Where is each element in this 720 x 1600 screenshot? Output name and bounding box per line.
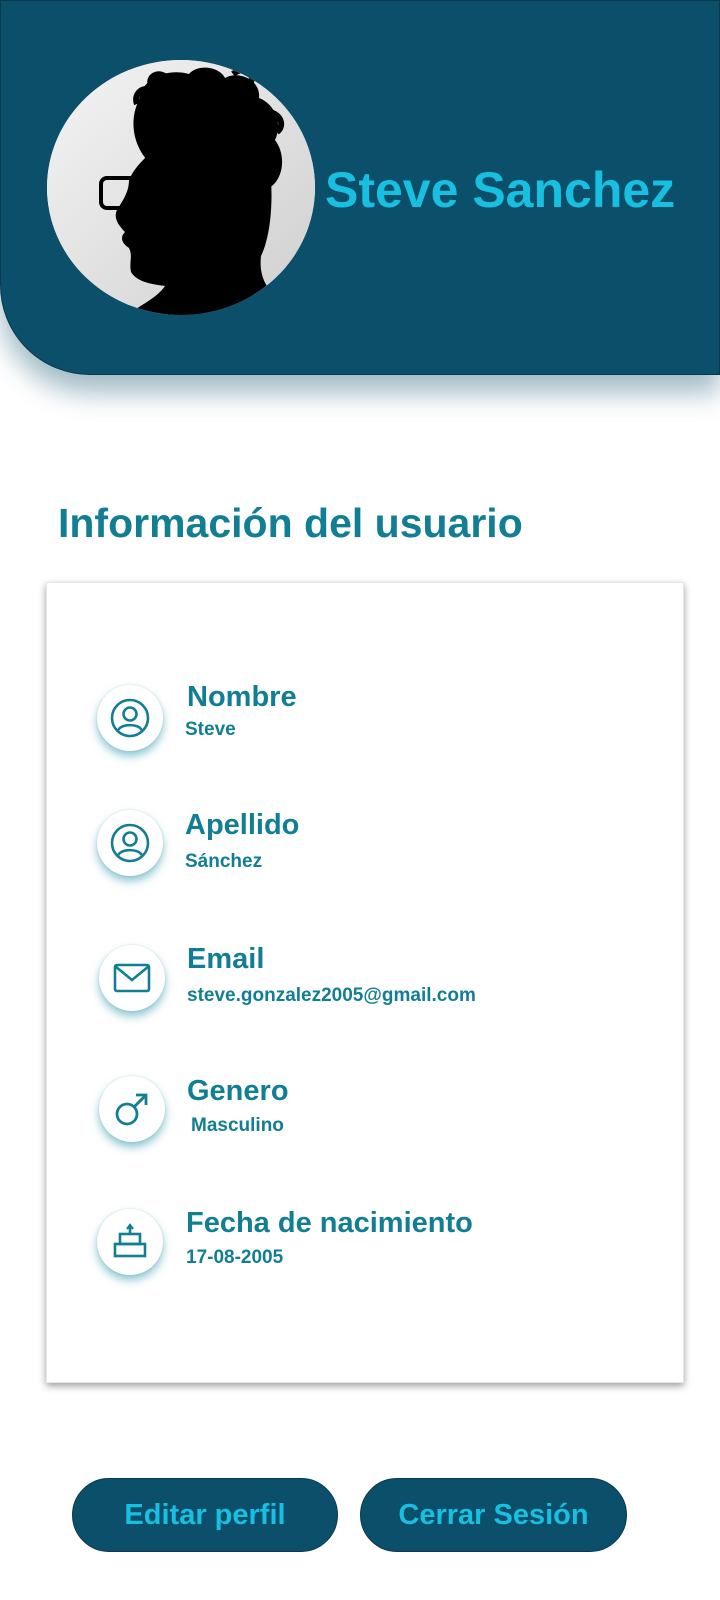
- user-circle-icon: [97, 810, 163, 876]
- logout-button[interactable]: Cerrar Sesión: [360, 1478, 627, 1552]
- field-value-apellido: Sánchez: [185, 851, 263, 872]
- field-label-nombre: Nombre: [187, 681, 297, 713]
- mail-icon: [99, 945, 165, 1011]
- edit-profile-button[interactable]: Editar perfil: [72, 1478, 338, 1552]
- field-label-apellido: Apellido: [185, 809, 300, 841]
- info-row-apellido: Apellido Sánchez: [47, 809, 683, 899]
- avatar[interactable]: [47, 60, 315, 315]
- field-label-email: Email: [187, 943, 265, 975]
- info-row-nombre: Nombre Steve: [47, 681, 683, 773]
- info-row-fecha-nacimiento: Fecha de nacimiento 17-08-2005: [47, 1207, 683, 1297]
- profile-name: Steve Sanchez: [325, 162, 676, 218]
- field-value-email: steve.gonzalez2005@gmail.com: [187, 985, 476, 1006]
- field-label-genero: Genero: [187, 1075, 289, 1107]
- user-circle-icon: [97, 685, 163, 751]
- section-title: Información del usuario: [58, 500, 523, 546]
- birthday-cake-icon: [97, 1209, 163, 1275]
- profile-header: Steve Sanchez: [0, 0, 720, 375]
- user-info-card: Nombre Steve Apellido Sánchez Email stev…: [46, 582, 684, 1383]
- field-label-fecha-nacimiento: Fecha de nacimiento: [186, 1207, 473, 1239]
- profile-screen: Steve Sanchez Información del usuario No…: [0, 0, 720, 1600]
- male-gender-icon: [99, 1076, 165, 1142]
- info-row-genero: Genero Masculino: [47, 1075, 683, 1165]
- field-value-fecha-nacimiento: 17-08-2005: [186, 1247, 284, 1268]
- info-row-email: Email steve.gonzalez2005@gmail.com: [47, 943, 683, 1035]
- avatar-silhouette-image: [47, 60, 315, 315]
- field-value-nombre: Steve: [185, 719, 236, 740]
- field-value-genero: Masculino: [191, 1115, 284, 1136]
